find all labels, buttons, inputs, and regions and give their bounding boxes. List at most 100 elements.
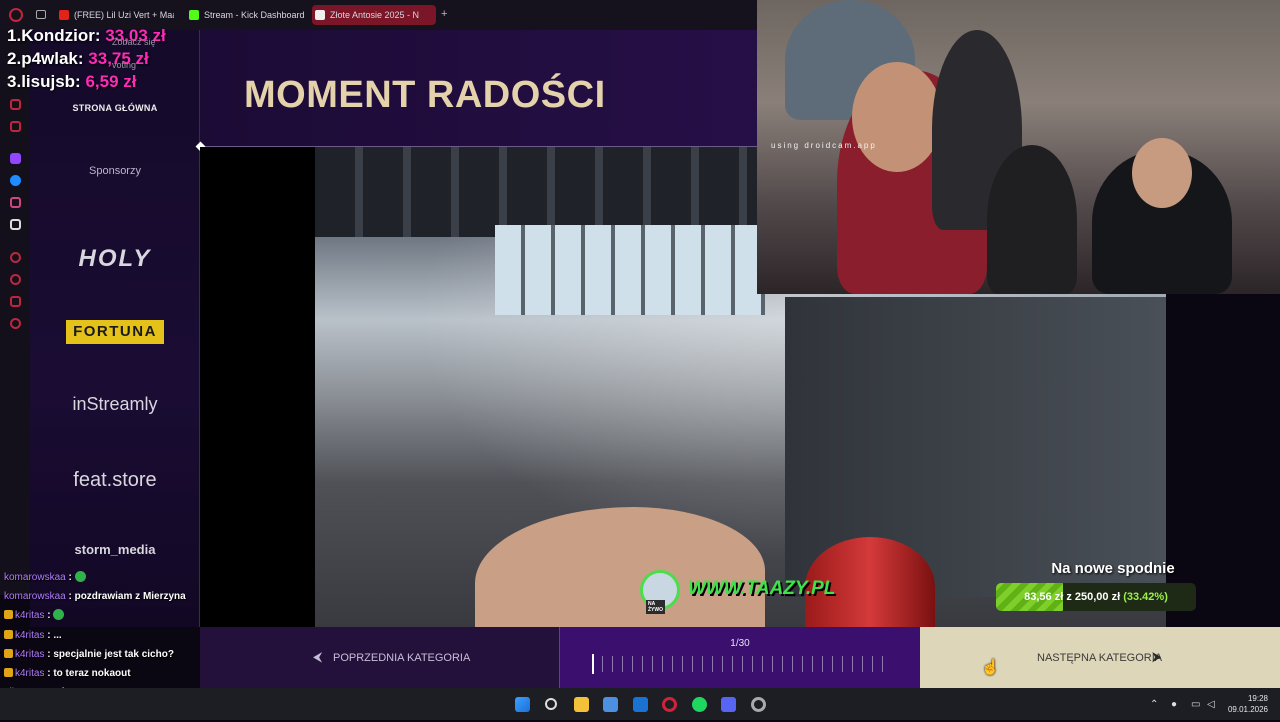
donation-leaderboard: Zobacz się voting 1.Kondzior: 33,03 zł 2…	[7, 24, 166, 93]
goal-progress-text: 83,56 zł z 250,00 zł (33.42%)	[996, 583, 1196, 611]
sponsor-logo-fortuna[interactable]: FORTUNA	[66, 320, 164, 344]
opera-menu-icon[interactable]	[9, 8, 23, 22]
tab-youtube[interactable]: (FREE) Lil Uzi Vert + Maaly	[56, 5, 174, 25]
system-clock[interactable]: 19:28 09.01.2026	[1228, 693, 1268, 715]
sponsor-logo-stormmedia[interactable]: storm_media	[30, 542, 200, 557]
twitch-icon[interactable]	[10, 153, 21, 164]
player-icon[interactable]	[10, 252, 21, 263]
subscriber-badge-icon	[4, 668, 13, 678]
chat-message: komarowskaa : pozdrawiam z Mierzyna	[4, 587, 204, 606]
windows-start-icon[interactable]	[515, 697, 530, 712]
page-header: MOMENT RADOŚCI	[200, 30, 757, 147]
windows-taskbar: ⌃ ● ▭ ◁ 19:28 09.01.2026	[0, 688, 1280, 720]
scene-windows	[495, 225, 765, 315]
chat-text: : pozdrawiam z Mierzyna	[68, 591, 186, 603]
settings-gear-icon[interactable]	[10, 318, 21, 329]
arrow-right-icon: ⮞	[1152, 649, 1162, 664]
chat-text: : specjalnie jest tak cicho?	[47, 648, 174, 660]
messenger-icon[interactable]	[10, 175, 21, 186]
promo-url: WWW.TAAZY.PL	[688, 578, 836, 599]
person	[1132, 138, 1192, 208]
person	[852, 62, 942, 172]
chat-message: k4ritas : specjalnie jest tak cicho?	[4, 645, 204, 664]
sponsor-logo-holy[interactable]: HOLY	[30, 245, 200, 273]
rank: 1.	[7, 26, 22, 45]
arrow-left-icon: ⮜	[313, 649, 323, 664]
person	[987, 145, 1077, 294]
tiktok-icon[interactable]	[10, 219, 21, 230]
sponsor-logo-featstore[interactable]: feat.store	[30, 469, 200, 492]
new-tab-button[interactable]: +	[441, 8, 447, 20]
chat-emote-icon	[53, 609, 65, 621]
webcam-feed: using droidcam.app	[757, 0, 1280, 294]
chat-username[interactable]: komarowskaa	[4, 591, 66, 602]
previous-category-button[interactable]: ⮜ POPRZEDNIA KATEGORIA	[200, 627, 560, 688]
chat-message: k4ritas : to teraz nokaout	[4, 664, 204, 683]
chrome-icon[interactable]	[751, 697, 766, 712]
next-category-button[interactable]: NASTĘPNA KATEGORIA ⮞	[920, 627, 1280, 688]
chat-emote-icon	[74, 571, 86, 582]
file-explorer-icon[interactable]	[574, 697, 589, 712]
donor-name: lisujsb:	[21, 72, 81, 91]
goal-progress-bar: 83,56 zł z 250,00 zł (33.42%)	[996, 583, 1196, 611]
rank: 2.	[7, 49, 22, 68]
next-category-label: NASTĘPNA KATEGORIA	[1037, 652, 1163, 664]
chat-username[interactable]: k4ritas	[15, 649, 44, 660]
chat-text: : to teraz nokaout	[47, 668, 131, 680]
history-icon[interactable]	[10, 274, 21, 285]
browser-sidebar-rail	[0, 30, 30, 595]
goal-title: Na nowe spodnie	[1051, 560, 1175, 577]
kick-icon	[189, 10, 199, 20]
discord-icon[interactable]	[721, 697, 736, 712]
chat-username[interactable]: k4ritas	[15, 668, 44, 679]
tab-zlote-antosie[interactable]: Złote Antosie 2025 - N	[312, 5, 436, 25]
extensions-icon[interactable]	[10, 296, 21, 307]
outlook-icon[interactable]	[633, 697, 648, 712]
goal-separator: z	[1066, 591, 1072, 603]
chat-text: : ...	[47, 629, 62, 641]
chat-username[interactable]: k4ritas	[15, 610, 44, 621]
spotify-icon[interactable]	[692, 697, 707, 712]
rail-app-icon[interactable]	[10, 121, 21, 132]
chat-username[interactable]: komarowskaa	[4, 572, 66, 583]
search-icon[interactable]	[545, 698, 557, 710]
network-icon[interactable]: ▭	[1191, 699, 1200, 710]
store-icon[interactable]	[603, 697, 618, 712]
home-link[interactable]: STRONA GŁÓWNA	[30, 103, 200, 113]
tab-overview-icon[interactable]	[36, 10, 46, 19]
chat-message: k4ritas :	[4, 606, 204, 625]
clock-date: 09.01.2026	[1227, 705, 1268, 714]
goal-target: 250,00 zł	[1074, 591, 1121, 603]
sponsors-heading: Sponsorzy	[89, 165, 141, 177]
subscriber-badge-icon	[4, 648, 13, 658]
category-navigation: ⮜ POPRZEDNIA KATEGORIA 1/30 NASTĘPNA KAT…	[200, 627, 1280, 688]
live-badge: NA ŻYWO	[646, 600, 665, 614]
subscriber-badge-icon	[4, 629, 13, 639]
page-title: MOMENT RADOŚCI	[244, 74, 606, 116]
app-icon	[315, 10, 325, 20]
opera-icon[interactable]	[662, 697, 677, 712]
rank: 3.	[7, 72, 22, 91]
chat-text: :	[68, 572, 72, 583]
tab-label: (FREE) Lil Uzi Vert + Maaly	[74, 10, 174, 20]
subscriber-badge-icon	[4, 610, 13, 620]
chat-username[interactable]: k4ritas	[15, 630, 44, 641]
chat-text: :	[47, 610, 51, 622]
volume-icon[interactable]: ◁	[1207, 699, 1215, 710]
goal-current: 83,56 zł	[1024, 591, 1064, 603]
tray-chevron-icon[interactable]: ⌃	[1150, 699, 1158, 710]
tab-label: Złote Antosie 2025 - N	[330, 10, 420, 20]
tab-kick-dashboard[interactable]: Stream - Kick Dashboard	[186, 5, 306, 25]
scene-hand	[475, 507, 765, 627]
clock-time: 19:28	[1247, 694, 1268, 703]
previous-category-label: POPRZEDNIA KATEGORIA	[333, 652, 471, 664]
instagram-icon[interactable]	[10, 197, 21, 208]
microphone-icon[interactable]: ●	[1171, 699, 1177, 710]
goal-percent: (33.42%)	[1123, 591, 1168, 603]
sponsor-logo-instreamly[interactable]: inStreamly	[30, 394, 200, 415]
category-progress: 1/30	[560, 627, 920, 688]
category-counter: 1/30	[730, 638, 750, 649]
rail-app-icon[interactable]	[10, 99, 21, 110]
youtube-icon	[59, 10, 69, 20]
hand-cursor-icon: ☝	[981, 659, 1000, 676]
